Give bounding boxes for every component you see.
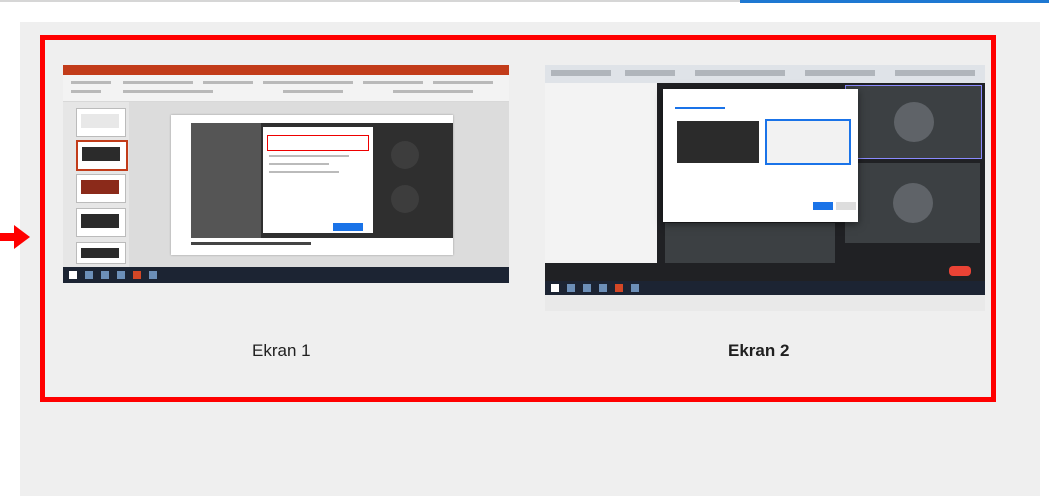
highlight-frame	[40, 35, 996, 402]
arrow-right-icon	[0, 225, 30, 249]
active-tab-indicator	[740, 0, 1049, 3]
